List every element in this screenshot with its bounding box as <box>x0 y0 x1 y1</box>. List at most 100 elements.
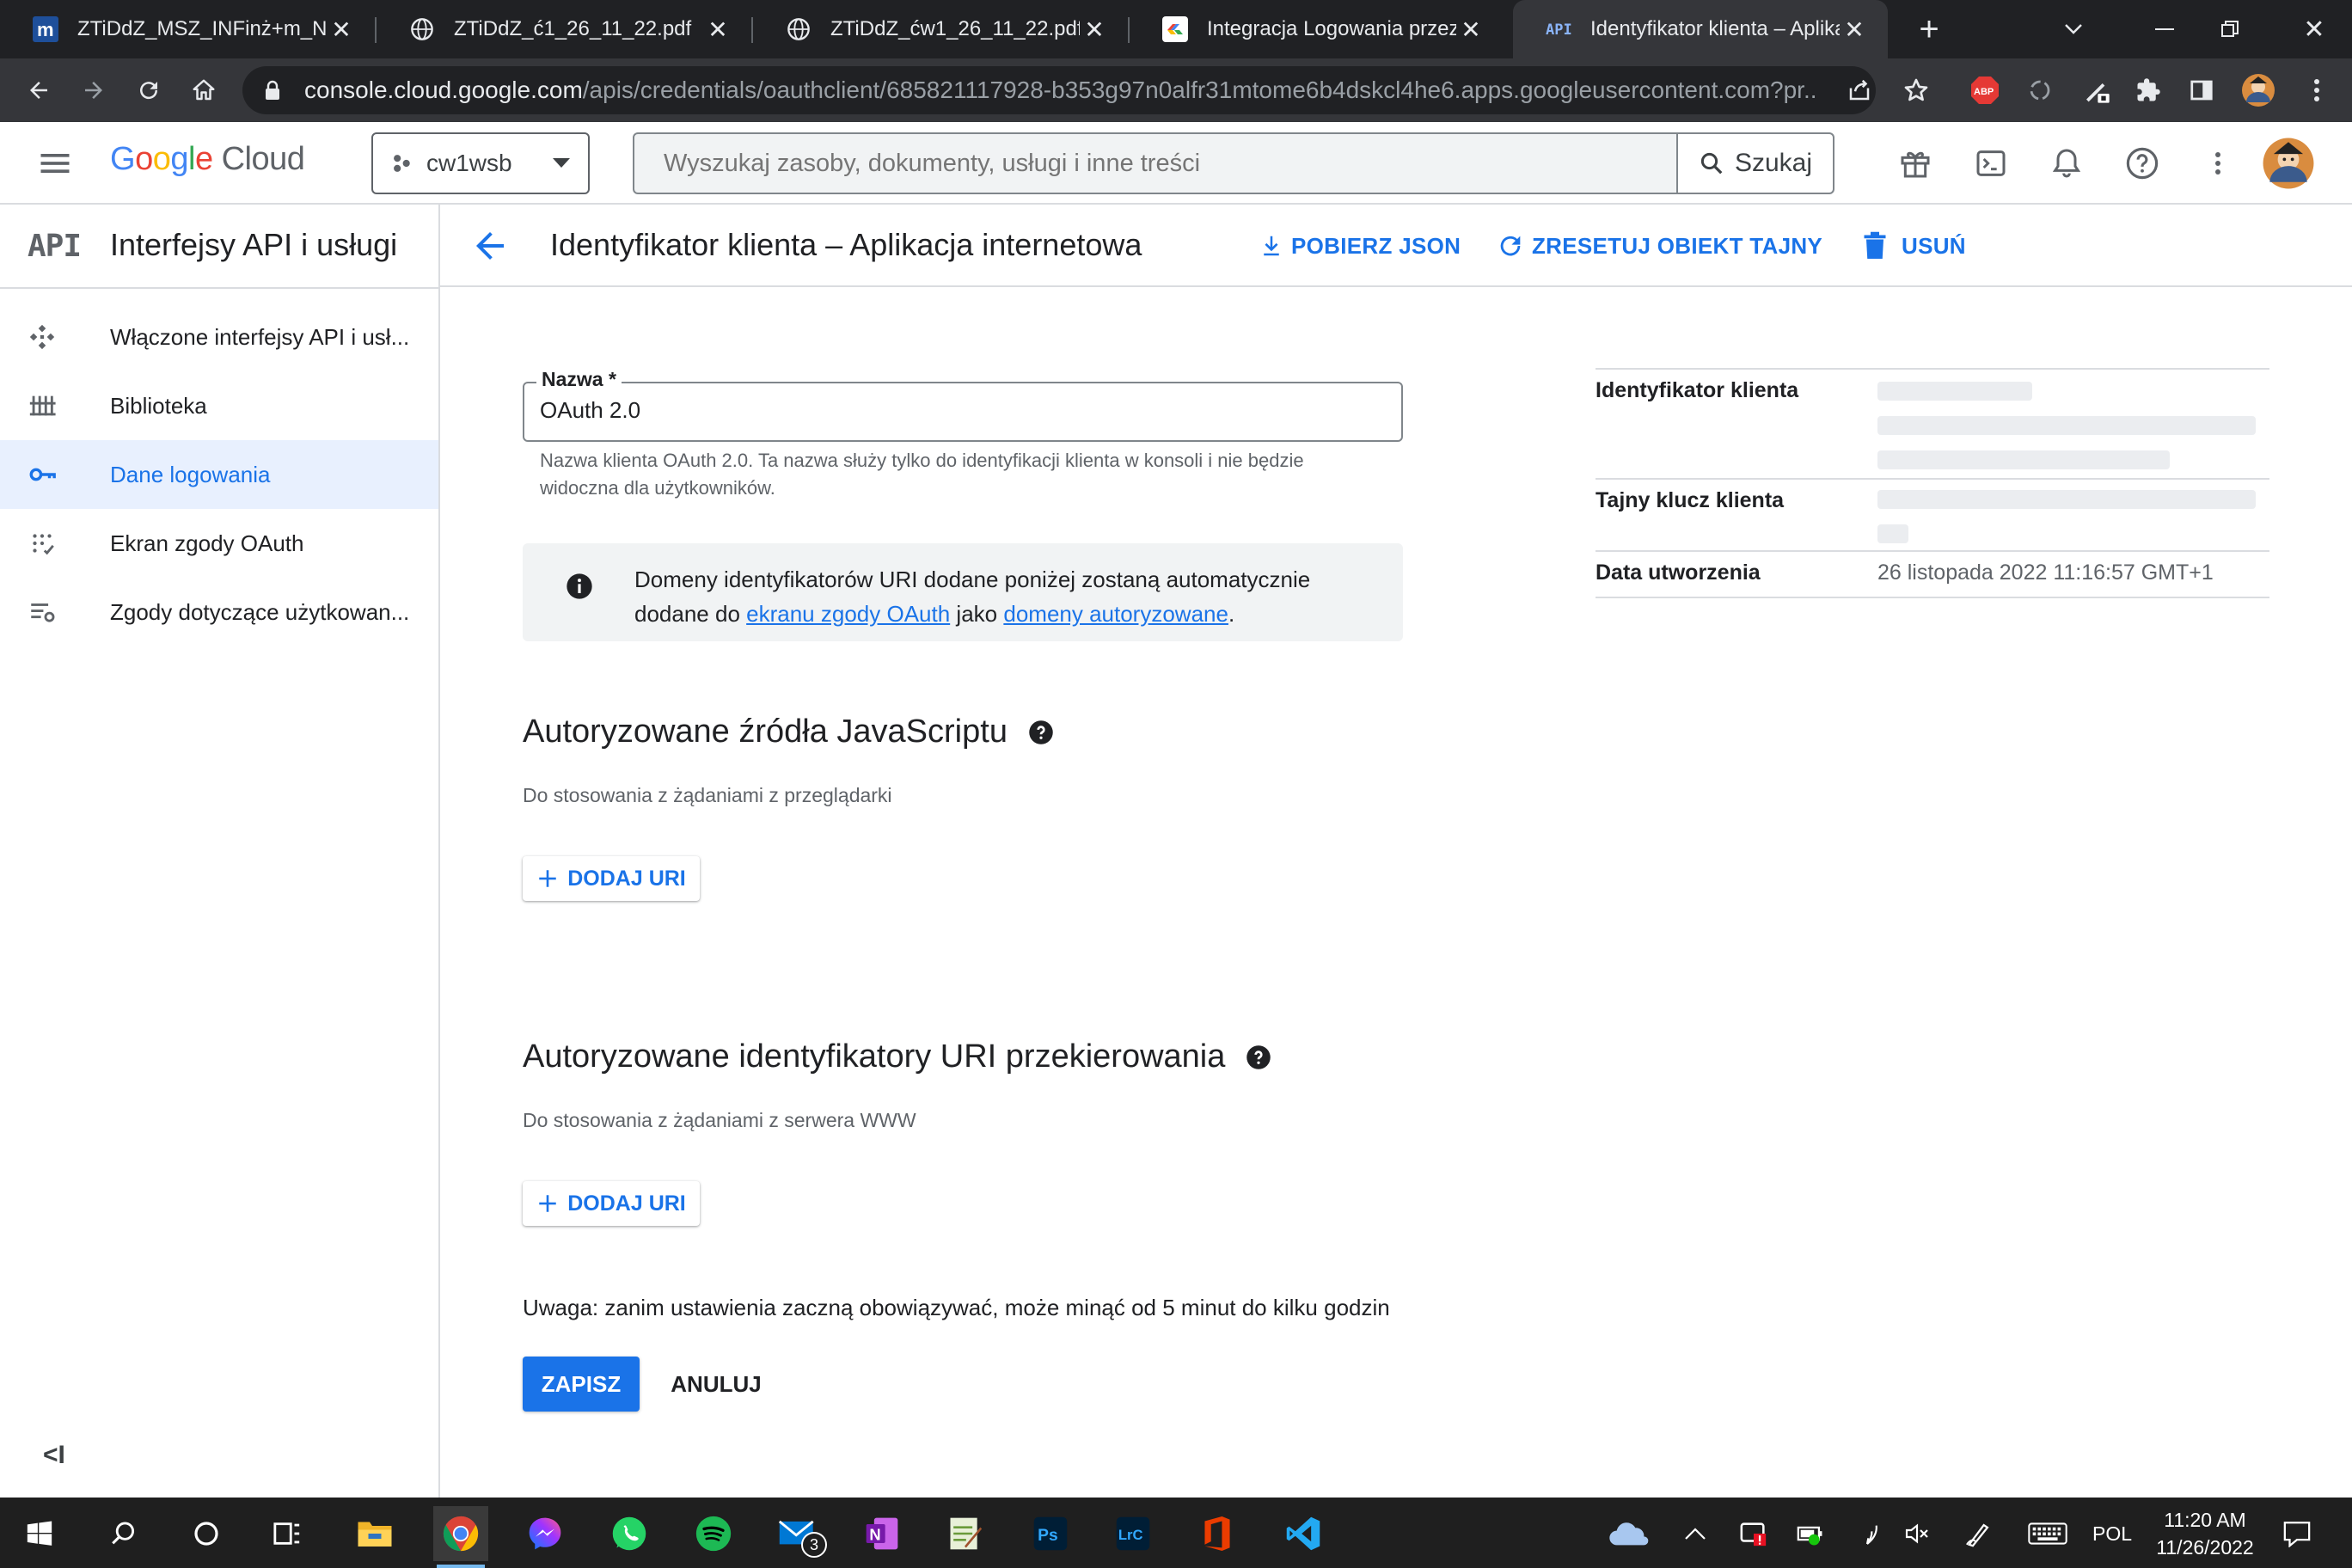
wifi-icon[interactable] <box>1848 1515 1886 1553</box>
authorized-domains-link[interactable]: domeny autoryzowane <box>1003 601 1228 627</box>
extensions-puzzle-icon[interactable] <box>2128 70 2168 110</box>
whatsapp-icon[interactable] <box>602 1506 657 1561</box>
sidebar-item-credentials[interactable]: Dane logowania <box>0 440 438 509</box>
close-tab-icon[interactable]: ✕ <box>1840 15 1869 44</box>
sidebar-title[interactable]: Interfejsy API i usługi <box>110 227 397 263</box>
volume-muted-icon[interactable] <box>1898 1515 1936 1553</box>
network-warning-icon[interactable] <box>1735 1515 1773 1553</box>
cortana-icon[interactable] <box>179 1506 234 1561</box>
mail-icon[interactable]: 3 <box>770 1506 827 1561</box>
settings-list-icon <box>28 597 83 627</box>
delete-button[interactable]: USUŃ <box>1862 225 1966 266</box>
api-icon: API <box>1546 16 1571 42</box>
pen-workspace-icon[interactable] <box>1960 1515 1998 1553</box>
page-action-bar: Identyfikator klienta – Aplikacja intern… <box>440 205 2352 287</box>
google-cloud-logo[interactable]: Go o g l e Cloud <box>110 141 305 178</box>
minimize-icon[interactable] <box>2128 0 2201 58</box>
menu-icon[interactable] <box>36 144 74 182</box>
input-language[interactable]: POL <box>2086 1515 2139 1553</box>
lock-icon[interactable] <box>260 77 285 103</box>
windows-start-icon[interactable] <box>12 1506 67 1561</box>
keyboard-icon[interactable] <box>2024 1515 2072 1553</box>
close-window-icon[interactable]: ✕ <box>2278 0 2350 58</box>
tab-title: Identyfikator klienta – Aplikac <box>1590 17 1840 40</box>
share-icon[interactable] <box>1840 70 1879 110</box>
office-icon[interactable] <box>1190 1506 1245 1561</box>
home-icon[interactable] <box>184 70 224 110</box>
taskbar-clock[interactable]: 11:20 AM 11/26/2022 <box>2141 1506 2269 1561</box>
browser-tab-2[interactable]: ZTiDdZ_ć1_26_11_22.pdf ✕ <box>377 0 751 58</box>
browser-tab-4[interactable]: Integracja Logowania przez G ✕ <box>1130 0 1504 58</box>
browser-tab-strip: m ZTiDdZ_MSZ_INFinż+m_NW_ ✕ ZTiDdZ_ć1_26… <box>0 0 2352 58</box>
bookmark-star-icon[interactable] <box>1896 70 1936 110</box>
oauth-consent-link[interactable]: ekranu zgody OAuth <box>746 601 950 627</box>
sync-extension-icon[interactable] <box>2020 70 2060 110</box>
side-panel-icon[interactable] <box>2182 70 2221 110</box>
account-avatar[interactable] <box>2261 136 2316 191</box>
search-button[interactable]: Szukaj <box>1676 134 1833 193</box>
lightroom-classic-icon[interactable]: LrC <box>1106 1506 1161 1561</box>
action-center-icon[interactable] <box>2278 1515 2316 1553</box>
tab-title: ZTiDdZ_ćw1_26_11_22.pdf <box>830 17 1080 40</box>
help-circle-icon[interactable] <box>1246 1044 1271 1070</box>
task-view-icon[interactable] <box>260 1506 315 1561</box>
more-options-icon[interactable] <box>2196 141 2240 186</box>
download-json-button[interactable]: POBIERZ JSON <box>1259 225 1461 266</box>
reset-secret-button[interactable]: ZRESETUJ OBIEKT TAJNY <box>1496 225 1822 266</box>
project-picker[interactable]: cw1wsb <box>371 132 590 194</box>
photoshop-icon[interactable]: Ps <box>1023 1506 1078 1561</box>
tab-title: ZTiDdZ_ć1_26_11_22.pdf <box>454 17 692 40</box>
sidebar-item-library[interactable]: Biblioteka <box>0 371 438 440</box>
spotify-icon[interactable] <box>686 1506 741 1561</box>
browser-tab-3[interactable]: ZTiDdZ_ćw1_26_11_22.pdf ✕ <box>753 0 1128 58</box>
google-cloud-icon <box>1162 16 1188 42</box>
search-input[interactable] <box>634 134 1676 193</box>
forward-icon[interactable] <box>74 70 113 110</box>
search-icon[interactable] <box>96 1506 151 1561</box>
help-circle-icon[interactable] <box>1028 720 1054 745</box>
search-bar: Szukaj <box>633 132 1834 194</box>
save-button[interactable]: ZAPISZ <box>523 1357 640 1412</box>
vscode-icon[interactable] <box>1276 1506 1331 1561</box>
add-redirect-uri-button[interactable]: DODAJ URI <box>523 1181 700 1226</box>
help-icon[interactable] <box>2120 141 2165 186</box>
new-tab-button[interactable]: + <box>1910 10 1948 48</box>
collapse-sidebar-icon[interactable]: <I <box>43 1441 65 1470</box>
address-bar[interactable]: console.cloud.google.com/apis/credential… <box>242 66 1876 114</box>
notifications-bell-icon[interactable] <box>2044 141 2089 186</box>
trash-icon <box>1864 231 1886 259</box>
chrome-taskbar-icon[interactable] <box>433 1506 488 1568</box>
reload-icon[interactable] <box>129 70 168 110</box>
onenote-icon[interactable]: N <box>854 1506 910 1561</box>
profile-avatar[interactable] <box>2239 70 2278 110</box>
show-hidden-icons-chevron[interactable] <box>1676 1515 1714 1553</box>
restore-icon[interactable] <box>2194 0 2266 58</box>
pen-extension-icon[interactable] <box>2077 70 2116 110</box>
battery-icon[interactable] <box>1792 1515 1829 1553</box>
cloud-shell-icon[interactable] <box>1969 141 2013 186</box>
close-tab-icon[interactable]: ✕ <box>703 15 732 44</box>
browser-tab-5-active[interactable]: API Identyfikator klienta – Aplikac ✕ <box>1513 0 1888 58</box>
messenger-icon[interactable] <box>518 1506 573 1561</box>
plus-icon <box>539 870 556 887</box>
close-tab-icon[interactable]: ✕ <box>1080 15 1109 44</box>
file-explorer-icon[interactable] <box>347 1506 402 1561</box>
sidebar-item-enabled-apis[interactable]: Włączone interfejsy API i usł... <box>0 303 438 371</box>
adblock-icon[interactable]: ABP <box>1965 70 2005 110</box>
chrome-menu-icon[interactable] <box>2297 70 2337 110</box>
tab-search-icon[interactable] <box>2037 0 2110 58</box>
onedrive-icon[interactable] <box>1604 1515 1652 1553</box>
add-js-origin-uri-button[interactable]: DODAJ URI <box>523 856 700 901</box>
back-arrow-icon[interactable] <box>469 225 511 266</box>
back-icon[interactable] <box>19 70 58 110</box>
sidebar-item-oauth-consent[interactable]: Ekran zgody OAuth <box>0 509 438 578</box>
cancel-button[interactable]: ANULUJ <box>665 1357 767 1412</box>
notepad-plus-icon[interactable] <box>937 1506 992 1561</box>
browser-tab-1[interactable]: m ZTiDdZ_MSZ_INFinż+m_NW_ ✕ <box>0 0 375 58</box>
gift-icon[interactable] <box>1893 141 1938 186</box>
name-input[interactable] <box>540 397 1382 424</box>
sidebar-item-page-usage-agreements[interactable]: Zgody dotyczące użytkowan... <box>0 578 438 646</box>
info-banner: Domeny identyfikatorów URI dodane poniże… <box>523 543 1403 641</box>
close-tab-icon[interactable]: ✕ <box>1456 15 1485 44</box>
close-tab-icon[interactable]: ✕ <box>327 15 356 44</box>
